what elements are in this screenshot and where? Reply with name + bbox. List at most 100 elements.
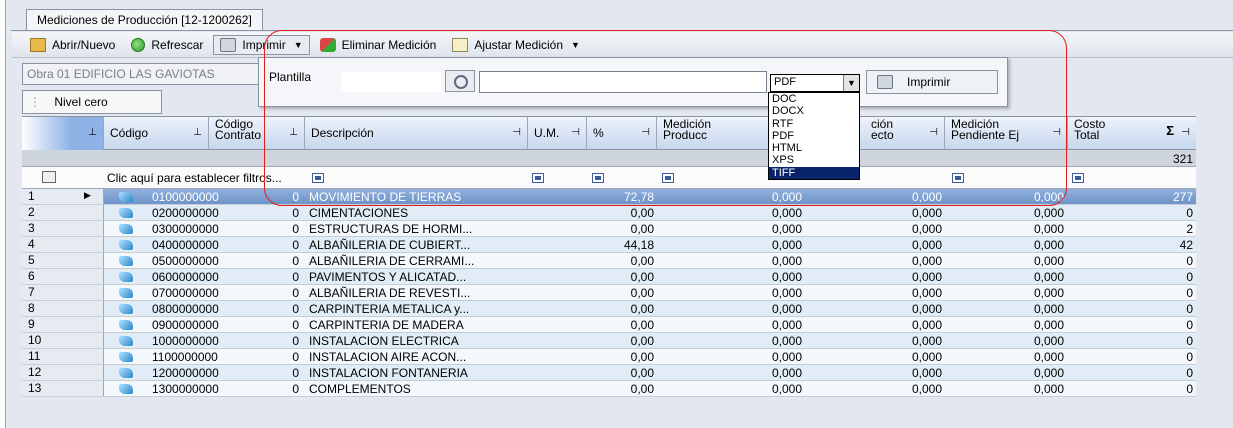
format-select[interactable]: PDF ▼ xyxy=(770,74,860,92)
print-menu-button[interactable]: Imprimir ▼ xyxy=(213,34,310,55)
project-field[interactable]: Obra 01 EDIFICIO LAS GAVIOTAS xyxy=(22,63,262,85)
cell-contrato: 0 xyxy=(292,254,299,268)
cell-medicion-pendiente: 0,000 xyxy=(1033,318,1064,332)
pin-icon[interactable]: ⊣ xyxy=(512,127,521,138)
table-row[interactable]: 9 0900000000 0 CARPINTERIA DE MADERA 0,00 0,0… xyxy=(22,317,1197,333)
row-number[interactable]: 13 xyxy=(22,381,104,396)
table-row[interactable]: 6 0600000000 0 PAVIMENTOS Y ALICATAD... 0,00… xyxy=(22,269,1197,285)
table-row[interactable]: 12 1200000000 0 INSTALACION FONTANERIA 0,00 0… xyxy=(22,365,1197,381)
table-row[interactable]: 11 1100000000 0 INSTALACION AIRE ACON... 0,0… xyxy=(22,349,1197,365)
pin-icon[interactable]: ⊥ xyxy=(289,127,298,138)
cell-descripcion: PAVIMENTOS Y ALICATAD... xyxy=(309,270,467,284)
cell-descripcion: ALBAÑILERIA DE CUBIERT... xyxy=(309,238,471,252)
cell-descripcion: MOVIMIENTO DE TIERRAS xyxy=(309,190,462,204)
cell-medicion-proyecto: 0,000 xyxy=(911,350,942,364)
template-code-input[interactable] xyxy=(341,72,441,92)
column-descripcion[interactable]: Descripción ⊣ xyxy=(305,117,528,150)
pin-icon[interactable]: ⊣ xyxy=(929,127,938,138)
table-row[interactable]: 4 0400000000 0 ALBAÑILERIA DE CUBIERT... 44,… xyxy=(22,237,1197,253)
pin-icon[interactable]: ⊥ xyxy=(88,127,97,138)
chevron-down-icon[interactable]: ▼ xyxy=(571,40,580,50)
format-option-tiff[interactable]: TIFF xyxy=(769,166,859,180)
cell-contrato: 0 xyxy=(292,222,299,236)
format-option-pdf[interactable]: PDF xyxy=(769,130,859,142)
cell-contrato: 0 xyxy=(292,302,299,316)
format-option-rtf[interactable]: RTF xyxy=(769,118,859,130)
column-percent[interactable]: % ⊣ xyxy=(587,117,657,150)
column-costo-total[interactable]: Costo Total Σ ⊣ xyxy=(1068,117,1197,150)
cell-costo-total: 0 xyxy=(1186,206,1193,220)
column-um[interactable]: U.M. ⊣ xyxy=(528,117,587,150)
column-codigo-contrato[interactable]: Código Contrato ⊥ xyxy=(209,117,305,150)
template-name-input[interactable] xyxy=(479,71,767,93)
format-option-docx[interactable]: DOCX xyxy=(769,105,859,117)
row-number[interactable]: 9 xyxy=(22,317,104,332)
chevron-down-icon[interactable]: ▼ xyxy=(843,75,859,91)
pin-icon[interactable]: ⊣ xyxy=(571,127,580,138)
tab-strip-divider xyxy=(11,30,1233,31)
row-number[interactable]: 6 xyxy=(22,269,104,284)
row-number[interactable]: 8 xyxy=(22,301,104,316)
table-row[interactable]: 10 1000000000 0 INSTALACION ELECTRICA 0,00 0,… xyxy=(22,333,1197,349)
pin-icon[interactable]: ⊣ xyxy=(1181,127,1190,138)
row-number[interactable]: 7 xyxy=(22,285,104,300)
filter-row[interactable]: Clic aquí para establecer filtros... xyxy=(22,167,1197,189)
adjust-measure-button[interactable]: Ajustar Medición ▼ xyxy=(446,36,586,54)
filter-prompt[interactable]: Clic aquí para establecer filtros... xyxy=(107,171,282,185)
filter-edit-icon[interactable] xyxy=(42,171,56,183)
cell-contrato: 0 xyxy=(292,238,299,252)
row-number[interactable]: 3 xyxy=(22,221,104,236)
table-row[interactable]: 3 0300000000 0 ESTRUCTURAS DE HORMI... 0,00 0… xyxy=(22,221,1197,237)
column-medicion-pendiente[interactable]: Medición Pendiente Ej ⊣ xyxy=(945,117,1068,150)
node-icon xyxy=(119,240,133,250)
table-row[interactable]: 13 1300000000 0 COMPLEMENTOS 0,00 0,000 0,000 0… xyxy=(22,381,1197,397)
table-row[interactable]: 2 0200000000 0 CIMENTACIONES 0,00 0,000 0,000 0… xyxy=(22,205,1197,221)
table-row[interactable]: 1 0100000000 0 MOVIMIENTO DE TIERRAS 72,78 0,… xyxy=(22,189,1197,205)
open-new-button[interactable]: Abrir/Nuevo xyxy=(24,36,121,54)
cell-medicion-produccion: 0,000 xyxy=(771,382,802,396)
cell-costo-total: 0 xyxy=(1186,270,1193,284)
node-icon xyxy=(119,320,133,330)
document-tab[interactable]: Mediciones de Producción [12-1200262] xyxy=(26,9,263,31)
row-number[interactable]: 10 xyxy=(22,333,104,348)
print-button[interactable]: Imprimir xyxy=(866,70,998,94)
row-number[interactable]: 11 xyxy=(22,349,104,364)
pin-icon[interactable]: ⊣ xyxy=(1052,127,1061,138)
format-option-doc[interactable]: DOC xyxy=(769,93,859,105)
filter-operator-icon[interactable] xyxy=(662,173,674,183)
row-number[interactable]: 1 xyxy=(22,189,104,204)
cell-contrato: 0 xyxy=(292,318,299,332)
pin-icon[interactable]: ⊥ xyxy=(193,127,202,138)
filter-operator-icon[interactable] xyxy=(312,173,324,183)
filter-operator-icon[interactable] xyxy=(592,173,604,183)
row-number[interactable]: 5 xyxy=(22,253,104,268)
sigma-icon[interactable]: Σ xyxy=(1166,124,1174,137)
row-number[interactable]: 2 xyxy=(22,205,104,220)
cell-costo-total: 0 xyxy=(1186,350,1193,364)
chevron-down-icon[interactable]: ▼ xyxy=(294,40,303,50)
table-row[interactable]: 5 0500000000 0 ALBAÑILERIA DE CERRAMI... 0,0… xyxy=(22,253,1197,269)
template-search-button[interactable] xyxy=(445,70,475,92)
level-button[interactable]: ⋮ Nivel cero xyxy=(22,90,162,114)
cell-medicion-produccion: 0,000 xyxy=(771,334,802,348)
row-header-column[interactable]: ⊥ xyxy=(22,117,104,150)
refresh-button[interactable]: Refrescar xyxy=(125,36,209,54)
format-option-xps[interactable]: XPS xyxy=(769,154,859,166)
cell-medicion-produccion: 0,000 xyxy=(771,222,802,236)
filter-operator-icon[interactable] xyxy=(532,173,544,183)
table-row[interactable]: 7 0700000000 0 ALBAÑILERIA DE REVESTI... 0,0… xyxy=(22,285,1197,301)
table-row[interactable]: 8 0800000000 0 CARPINTERIA METALICA y... 0,0… xyxy=(22,301,1197,317)
open-new-label: Abrir/Nuevo xyxy=(52,37,116,52)
column-codigo[interactable]: Código ⊥ xyxy=(104,117,209,150)
cell-medicion-pendiente: 0,000 xyxy=(1033,222,1064,236)
template-label: Plantilla xyxy=(269,70,312,84)
filter-operator-icon[interactable] xyxy=(1072,173,1084,183)
delete-measure-button[interactable]: Eliminar Medición xyxy=(314,36,443,54)
filter-operator-icon[interactable] xyxy=(952,173,964,183)
format-option-html[interactable]: HTML xyxy=(769,142,859,154)
cell-medicion-proyecto: 0,000 xyxy=(911,222,942,236)
pin-icon[interactable]: ⊣ xyxy=(641,127,650,138)
cell-descripcion: ESTRUCTURAS DE HORMI... xyxy=(309,222,473,236)
row-number[interactable]: 12 xyxy=(22,365,104,380)
row-number[interactable]: 4 xyxy=(22,237,104,252)
